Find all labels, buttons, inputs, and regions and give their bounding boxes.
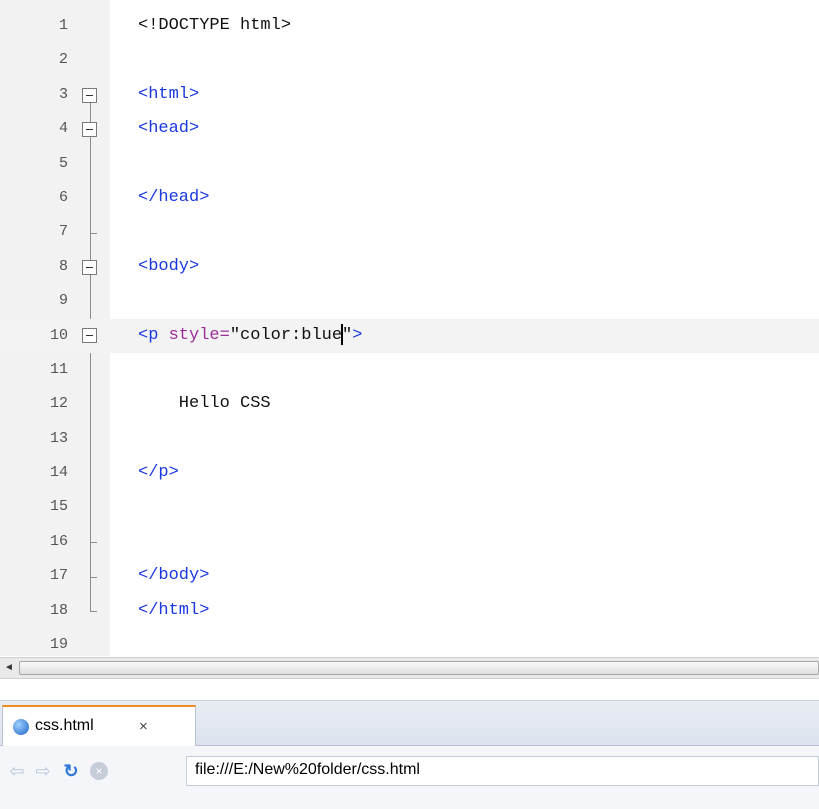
fold-end-tick [90,611,97,612]
code-token: style= [168,325,230,345]
line-number: 13 [49,429,68,447]
fold-tick [90,542,97,544]
code-line[interactable]: 12 Hello CSS [0,387,819,421]
line-number: 7 [58,223,68,241]
address-bar[interactable]: file:///E:/New%20folder/css.html [186,756,819,786]
line-number: 10 [49,326,68,344]
code-line[interactable]: 14 </p> [0,456,819,490]
code-text: Hello CSS [138,387,271,421]
code-line[interactable]: 5 [0,147,819,181]
line-number: 8 [58,257,68,275]
code-line[interactable]: 3 <html> [0,78,819,112]
back-arrow-icon[interactable]: ⇦ [6,760,28,782]
line-number: 12 [49,395,68,413]
tab-css-html[interactable]: css.html × [2,705,196,746]
code-line[interactable]: 13 [0,422,819,456]
code-line[interactable]: 17 </body> [0,559,819,593]
line-number: 5 [58,154,68,172]
code-token: </html> [138,600,210,620]
code-editor[interactable]: 1 <!DOCTYPE html> 2 3 <html> 4 <head> 5 6 </head>… [0,0,819,656]
code-token: </body> [138,566,210,586]
code-line[interactable]: 11 [0,353,819,387]
forward-arrow-icon[interactable]: ⇨ [32,760,54,782]
code-token: " [342,325,353,345]
fold-collapse-icon[interactable] [82,328,97,344]
code-token: </head> [138,187,210,207]
page-globe-icon [13,719,29,735]
code-text: <body> [138,250,199,284]
line-number: 1 [58,17,68,34]
code-text: <p style="color:blue"> [138,319,362,353]
code-token: <!DOCTYPE html> [138,16,292,35]
horizontal-scrollbar[interactable]: ◄ [0,657,819,679]
code-token: "color:blue [229,325,343,345]
code-token: <body> [138,256,200,276]
fold-tick [90,576,97,578]
line-number: 14 [49,464,68,482]
tab-close-icon[interactable]: × [139,718,148,735]
fold-collapse-icon[interactable] [82,87,97,103]
line-number: 11 [49,360,68,378]
code-text: </p> [138,456,179,490]
code-line[interactable]: 15 [0,490,819,524]
code-text: <head> [138,112,199,146]
line-number: 9 [58,292,68,310]
fold-collapse-icon[interactable] [82,121,97,137]
line-number: 3 [58,85,68,103]
code-token: <head> [138,119,200,139]
code-token: > [352,325,363,345]
scrollbar-thumb[interactable] [19,661,819,675]
code-text: <!DOCTYPE html> [138,9,291,43]
code-line[interactable]: 8 <body> [0,250,819,284]
tab-bar: css.html × [0,701,819,746]
code-text: </html> [138,594,209,628]
code-line[interactable]: 10 <p style="color:blue"> [0,318,819,353]
code-token: <html> [138,84,200,104]
code-line[interactable]: 2 [0,43,819,77]
line-number: 6 [58,188,68,206]
address-url: file:///E:/New%20folder/css.html [195,761,420,778]
fold-tick [90,232,97,234]
scroll-left-arrow-icon[interactable]: ◄ [2,660,16,676]
line-number: 17 [49,567,68,585]
browser-panel: css.html × ⇦ ⇨ ↻ × file:///E:/New%20fold… [0,700,819,809]
line-number: 16 [49,532,68,550]
code-line[interactable]: 9 [0,284,819,318]
code-text: <html> [138,78,199,112]
fold-collapse-icon[interactable] [82,259,97,275]
line-number: 4 [58,120,68,138]
code-token: Hello CSS [138,394,271,414]
code-token: </p> [138,463,179,483]
code-token: <p [138,325,169,345]
code-line[interactable]: 16 [0,525,819,559]
line-number: 2 [58,51,68,69]
tab-label: css.html [35,717,94,734]
line-number: 18 [49,601,68,619]
navigation-bar: ⇦ ⇨ ↻ × file:///E:/New%20folder/css.html [0,746,819,809]
code-text: </body> [138,559,209,593]
stop-icon[interactable]: × [90,762,108,780]
refresh-icon[interactable]: ↻ [60,760,82,782]
code-text: </head> [138,181,209,215]
code-line[interactable]: 7 [0,215,819,249]
code-line[interactable]: 4 <head> [0,112,819,146]
code-line[interactable]: 6 </head> [0,181,819,215]
code-line[interactable]: 1 <!DOCTYPE html> [0,9,819,43]
code-lines[interactable]: 1 <!DOCTYPE html> 2 3 <html> 4 <head> 5 6 </head>… [0,9,819,662]
code-line[interactable]: 18 </html> [0,594,819,628]
line-number: 15 [49,498,68,516]
